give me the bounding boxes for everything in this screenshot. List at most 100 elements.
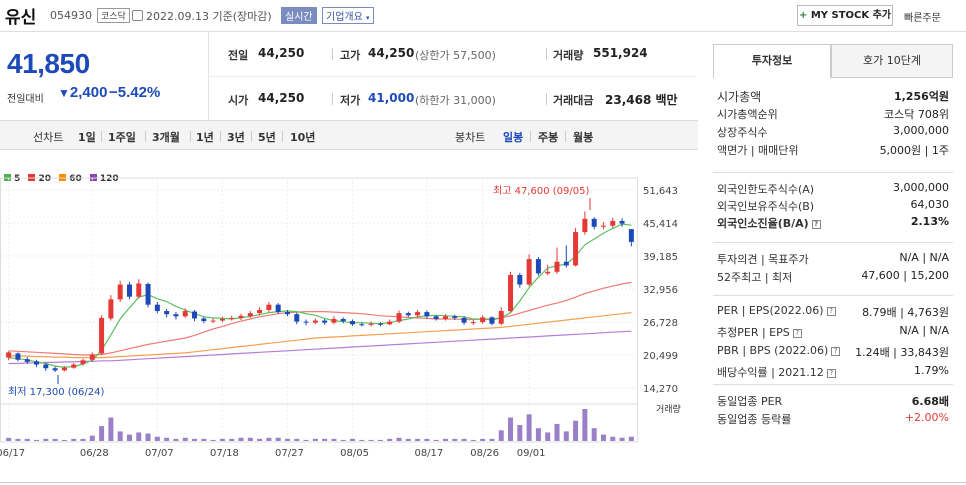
volume-value: 551,924 bbox=[593, 46, 648, 60]
invest-key: 외국인한도주식수(A) bbox=[717, 183, 815, 196]
tab-invest-info[interactable]: 투자정보 bbox=[713, 44, 831, 78]
help-icon[interactable]: ? bbox=[792, 328, 802, 338]
x-tick-label: 07/18 bbox=[210, 448, 239, 459]
invest-value: 3,000,000 bbox=[893, 181, 949, 194]
y-tick-label: 39,185 bbox=[643, 252, 678, 263]
candle-body bbox=[89, 354, 95, 360]
invest-key: 동일업종 등락률 bbox=[717, 413, 792, 426]
period-1y[interactable]: 1년 bbox=[196, 129, 214, 145]
lower-limit: (하한가 31,000) bbox=[415, 94, 496, 107]
candle-body bbox=[229, 317, 235, 319]
volume-bar bbox=[591, 428, 597, 441]
volume-bar bbox=[498, 430, 504, 441]
change-label: 전일대비 bbox=[7, 94, 44, 105]
help-icon[interactable]: ? bbox=[826, 368, 836, 378]
candle-daily[interactable]: 일봉 bbox=[503, 129, 523, 145]
period-1w[interactable]: 1주일 bbox=[108, 129, 136, 145]
volume-bar bbox=[461, 438, 467, 441]
candle-body bbox=[6, 352, 12, 358]
invest-key: PER | EPS(2022.06)? bbox=[717, 304, 836, 317]
period-3y[interactable]: 3년 bbox=[227, 129, 245, 145]
volume-bar bbox=[229, 438, 235, 441]
x-tick-label: 08/26 bbox=[470, 448, 499, 459]
separator bbox=[145, 131, 146, 142]
candle-body bbox=[470, 322, 476, 324]
invest-value: 1.79% bbox=[914, 364, 949, 377]
period-10y[interactable]: 10년 bbox=[290, 129, 315, 145]
period-3m[interactable]: 3개월 bbox=[152, 129, 180, 145]
invest-value: 코스닥 708위 bbox=[884, 108, 949, 121]
candle-body bbox=[600, 225, 606, 227]
divider bbox=[713, 295, 953, 296]
separator bbox=[565, 131, 566, 142]
help-icon[interactable]: ? bbox=[826, 306, 836, 316]
candle-body bbox=[15, 353, 21, 360]
volume-bar bbox=[563, 431, 569, 441]
candle-body bbox=[340, 318, 346, 322]
volume-bar bbox=[117, 431, 123, 441]
help-icon[interactable]: ? bbox=[811, 219, 821, 229]
candle-body bbox=[322, 320, 328, 323]
candle-weekly[interactable]: 주봉 bbox=[538, 129, 558, 145]
quick-order-link[interactable]: 빠른주문 bbox=[904, 9, 941, 24]
candle-body bbox=[554, 261, 560, 272]
period-5y[interactable]: 5년 bbox=[258, 129, 276, 145]
y-tick-label: 26,728 bbox=[643, 318, 678, 329]
divider bbox=[713, 172, 953, 173]
volume-bar bbox=[257, 438, 263, 441]
candle-body bbox=[563, 261, 569, 266]
realtime-button[interactable]: 실시간 bbox=[281, 7, 317, 24]
volume-bar bbox=[43, 438, 49, 441]
candle-body bbox=[350, 321, 356, 325]
upper-limit: (상한가 57,500) bbox=[415, 49, 496, 62]
separator bbox=[332, 93, 333, 105]
candle-body bbox=[257, 309, 263, 314]
invest-key: PBR | BPS (2022.06)? bbox=[717, 344, 841, 357]
volume-bar bbox=[238, 437, 244, 441]
change-percent: −5.42% bbox=[109, 84, 161, 101]
candle-body bbox=[145, 284, 151, 305]
candle-body bbox=[210, 320, 216, 322]
tab-quote-10[interactable]: 호가 10단계 bbox=[831, 44, 953, 78]
candle-body bbox=[545, 271, 551, 274]
volume-bars bbox=[6, 409, 634, 441]
volume-bar bbox=[108, 417, 114, 441]
base-date: 2022.09.13 기준(장마감) bbox=[146, 10, 272, 23]
invest-value: 5,000원 | 1주 bbox=[879, 144, 949, 157]
add-mystock-button[interactable]: + MY STOCK 추가 bbox=[797, 5, 893, 26]
volume-bar bbox=[628, 436, 634, 441]
plot-border bbox=[0, 177, 638, 405]
candle-body bbox=[43, 364, 49, 369]
volume-bar bbox=[387, 438, 393, 441]
invest-key: 외국인소진율(B/A)? bbox=[717, 215, 821, 231]
volume-bar bbox=[275, 437, 281, 441]
volume-bar bbox=[61, 439, 67, 441]
volume-bar bbox=[312, 438, 318, 441]
candle-body bbox=[517, 274, 523, 285]
stock-name: 유신 bbox=[5, 8, 37, 28]
candle-body bbox=[377, 323, 383, 325]
invest-value: N/A | N/A bbox=[899, 324, 949, 337]
invest-value: N/A | N/A bbox=[899, 251, 949, 264]
volume-bar bbox=[433, 439, 439, 441]
price-chart[interactable]: 51,643 45,414 39,185 32,956 26,728 20,499 14,2… bbox=[0, 170, 698, 465]
candle-monthly[interactable]: 월봉 bbox=[573, 129, 593, 145]
candle-body bbox=[294, 314, 300, 322]
company-info-button[interactable]: 기업개요 ▾ bbox=[322, 7, 374, 24]
volume-bar bbox=[6, 437, 12, 441]
invest-value: 8.79배 | 4,763원 bbox=[862, 306, 949, 319]
candle-body bbox=[312, 320, 318, 323]
volume-border bbox=[0, 403, 638, 443]
candle-body bbox=[71, 364, 77, 368]
candle-body bbox=[266, 304, 272, 310]
period-1d[interactable]: 1일 bbox=[78, 129, 96, 145]
volume-bar bbox=[600, 434, 606, 441]
invest-key: 시가총액순위 bbox=[717, 108, 778, 121]
open-value: 44,250 bbox=[258, 91, 305, 105]
invest-key: 투자의견 | 목표주가 bbox=[717, 253, 809, 266]
y-tick-label: 45,414 bbox=[643, 219, 678, 230]
help-icon[interactable]: ? bbox=[831, 346, 841, 356]
volume-bar bbox=[173, 438, 179, 441]
y-tick-label: 51,643 bbox=[643, 186, 678, 197]
open-label: 시가 bbox=[228, 94, 249, 107]
